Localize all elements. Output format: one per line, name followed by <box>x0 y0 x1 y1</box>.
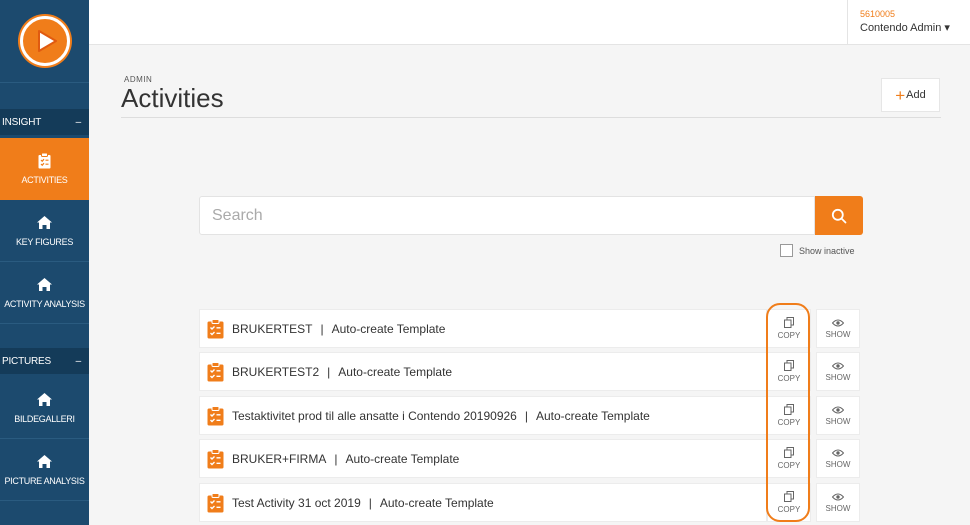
add-button[interactable]: + Add <box>881 78 940 112</box>
show-button[interactable]: SHOW <box>816 352 860 391</box>
sidebar-item-key-figures[interactable]: KEY FIGURES <box>0 200 89 262</box>
separator: | <box>368 495 372 510</box>
sidebar-item-bildegalleri[interactable]: BILDEGALLERI <box>0 377 89 439</box>
activity-row[interactable]: BRUKERTEST | Auto-create Template <box>199 309 767 348</box>
clipboard-icon <box>207 405 224 426</box>
section-insight[interactable]: INSIGHT – <box>0 109 89 135</box>
search-icon <box>831 208 847 224</box>
eye-icon <box>832 406 844 414</box>
copy-label: COPY <box>777 418 801 427</box>
copy-button[interactable]: COPY <box>767 396 811 435</box>
clipboard-icon <box>38 153 51 169</box>
show-button[interactable]: SHOW <box>816 309 860 348</box>
user-menu[interactable]: 5610005 Contendo Admin ▾ <box>847 0 970 45</box>
clipboard-icon <box>207 492 224 513</box>
activity-row[interactable]: Test Activity 31 oct 2019 | Auto-create … <box>199 483 767 522</box>
eye-icon <box>832 319 844 327</box>
eye-icon <box>832 493 844 501</box>
separator: | <box>334 451 338 466</box>
home-icon <box>37 215 52 231</box>
sidebar: INSIGHT – ACTIVITIES KEY FIGURES ACTIVIT… <box>0 0 89 525</box>
copy-button[interactable]: COPY <box>767 309 811 348</box>
activity-name: Test Activity 31 oct 2019 <box>232 495 361 510</box>
copy-label: COPY <box>777 461 801 470</box>
plus-icon: + <box>895 85 906 105</box>
sidebar-item-label: ACTIVITIES <box>21 175 68 185</box>
show-label: SHOW <box>825 459 851 469</box>
sidebar-item-picture-analysis[interactable]: PICTURE ANALYSIS <box>0 439 89 501</box>
show-inactive-checkbox[interactable] <box>780 244 793 257</box>
sidebar-item-label: PICTURE ANALYSIS <box>4 475 85 486</box>
activity-name: BRUKER+FIRMA <box>232 451 327 466</box>
sidebar-item-activities[interactable]: ACTIVITIES <box>0 138 89 200</box>
show-label: SHOW <box>825 416 851 426</box>
copy-icon <box>784 404 794 415</box>
show-label: SHOW <box>825 329 851 339</box>
add-button-label: Add <box>906 89 926 101</box>
sidebar-item-label: ACTIVITY ANALYSIS <box>4 298 85 309</box>
activity-name: BRUKERTEST <box>232 321 313 336</box>
user-id: 5610005 <box>860 9 896 19</box>
show-button[interactable]: SHOW <box>816 483 860 522</box>
show-button[interactable]: SHOW <box>816 396 860 435</box>
activity-name: Testaktivitet prod til alle ansatte i Co… <box>232 408 517 423</box>
separator: | <box>524 408 528 423</box>
collapse-icon[interactable]: – <box>76 356 82 367</box>
sidebar-item-activity-analysis[interactable]: ACTIVITY ANALYSIS <box>0 262 89 324</box>
sidebar-item-label: BILDEGALLERI <box>14 413 75 424</box>
eye-icon <box>832 449 844 457</box>
activity-template: Auto-create Template <box>379 495 494 510</box>
title-divider <box>121 117 941 118</box>
copy-icon <box>784 491 794 502</box>
section-pictures[interactable]: PICTURES – <box>0 348 89 374</box>
logo[interactable] <box>0 0 89 83</box>
copy-icon <box>784 447 794 458</box>
activity-template: Auto-create Template <box>345 451 460 466</box>
copy-label: COPY <box>777 505 801 514</box>
home-icon <box>37 392 52 408</box>
activity-row[interactable]: BRUKERTEST2 | Auto-create Template <box>199 352 767 391</box>
show-label: SHOW <box>825 372 851 382</box>
separator: | <box>327 364 331 379</box>
activity-template: Auto-create Template <box>338 364 453 379</box>
home-icon <box>37 454 52 470</box>
activity-name: BRUKERTEST2 <box>232 364 320 379</box>
activity-row[interactable]: Testaktivitet prod til alle ansatte i Co… <box>199 396 767 435</box>
play-logo-icon <box>19 16 70 66</box>
home-icon <box>37 277 52 293</box>
search-input[interactable] <box>199 196 815 235</box>
activity-template: Auto-create Template <box>331 321 446 336</box>
top-bar: 5610005 Contendo Admin ▾ <box>89 0 970 45</box>
separator: | <box>320 321 324 336</box>
clipboard-icon <box>207 361 224 382</box>
show-inactive-toggle[interactable]: Show inactive <box>780 244 855 257</box>
copy-icon <box>784 360 794 371</box>
clipboard-icon <box>207 448 224 469</box>
eye-icon <box>832 362 844 370</box>
show-label: SHOW <box>825 503 851 513</box>
copy-icon <box>784 317 794 328</box>
show-button[interactable]: SHOW <box>816 439 860 478</box>
clipboard-icon <box>207 318 224 339</box>
show-inactive-label: Show inactive <box>799 245 855 256</box>
section-pictures-label: PICTURES <box>2 355 51 367</box>
copy-button[interactable]: COPY <box>767 352 811 391</box>
activity-row[interactable]: BRUKER+FIRMA | Auto-create Template <box>199 439 767 478</box>
activity-template: Auto-create Template <box>535 408 650 423</box>
user-name-dropdown[interactable]: Contendo Admin ▾ <box>860 21 970 34</box>
copy-button[interactable]: COPY <box>767 439 811 478</box>
section-insight-label: INSIGHT <box>2 116 42 128</box>
copy-label: COPY <box>777 374 801 383</box>
search-button[interactable] <box>815 196 863 235</box>
copy-button[interactable]: COPY <box>767 483 811 522</box>
collapse-icon[interactable]: – <box>76 117 82 128</box>
page-title: Activities <box>121 83 224 113</box>
copy-label: COPY <box>777 331 801 340</box>
sidebar-item-label: KEY FIGURES <box>15 236 74 247</box>
